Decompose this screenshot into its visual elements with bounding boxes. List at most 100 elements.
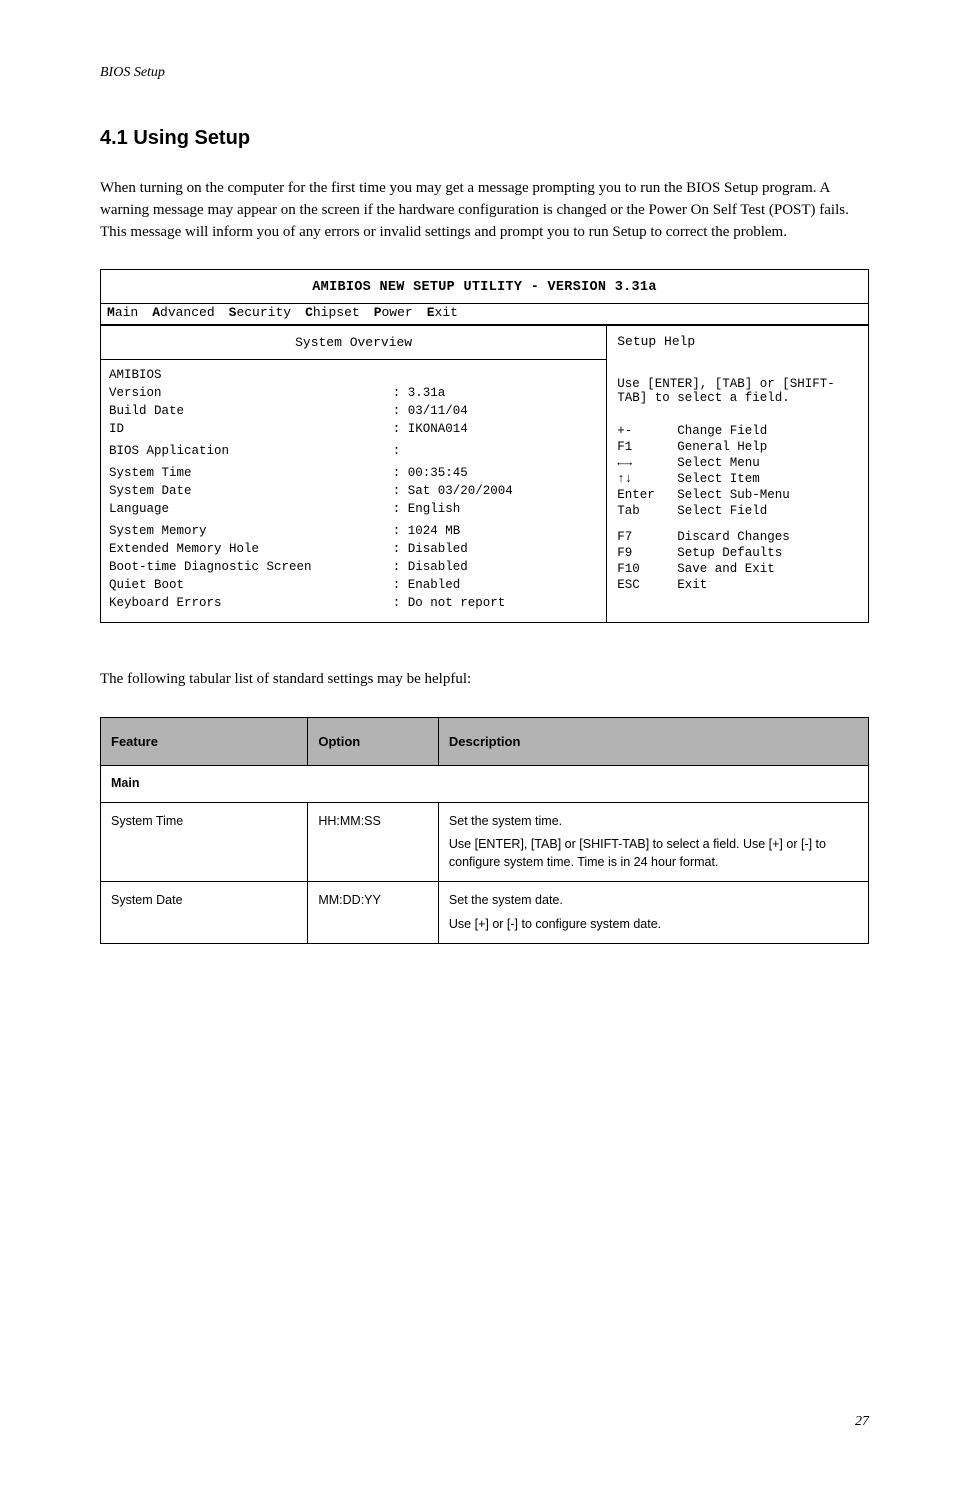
bios-help-key: ↑↓	[617, 472, 671, 486]
table-row: System Time HH:MM:SS Set the system time…	[101, 802, 869, 882]
bios-setting-label: System Memory	[109, 524, 393, 538]
bios-setting-row: Build Date: 03/11/04	[101, 402, 606, 420]
page-header-breadcrumb: BIOS Setup	[100, 65, 869, 81]
settings-table: Feature Option Description Main System T…	[100, 717, 869, 944]
table-intro: The following tabular list of standard s…	[100, 669, 869, 691]
bios-panel-title: System Overview	[101, 326, 606, 360]
bios-help-key-desc: Exit	[677, 578, 707, 592]
bios-setting-value: : 3.31a	[393, 386, 598, 400]
bios-left-panel: System Overview AMIBIOSVersion: 3.31aBui…	[101, 326, 607, 622]
bios-setting-row: System Memory: 1024 MB	[101, 522, 606, 540]
bios-setting-label: Language	[109, 502, 393, 516]
bios-setting-value: : Enabled	[393, 578, 598, 592]
bios-setting-label: Keyboard Errors	[109, 596, 393, 610]
bios-setup-illustration: AMIBIOS NEW SETUP UTILITY - VERSION 3.31…	[100, 269, 869, 623]
bios-help-key-desc: Select Sub-Menu	[677, 488, 790, 502]
page-number: 27	[855, 1414, 869, 1430]
bios-setting-value: : English	[393, 502, 598, 516]
bios-menu-advanced: Advanced	[152, 305, 214, 320]
bios-help-key-row: ESC Exit	[617, 577, 858, 593]
cell-option: MM:DD:YY	[308, 882, 439, 944]
bios-setting-row: Keyboard Errors: Do not report	[101, 594, 606, 612]
bios-help-key-row: F9Setup Defaults	[617, 545, 858, 561]
bios-help-key-row: ←→ Select Menu	[617, 455, 858, 471]
bios-setting-value: :	[393, 444, 598, 458]
bios-help-key-row: F10 Save and Exit	[617, 561, 858, 577]
bios-help-key-desc: Change Field	[677, 424, 767, 438]
bios-help-key-row: F7 Discard Changes	[617, 529, 858, 545]
bios-setting-row: AMIBIOS	[101, 366, 606, 384]
cell-feature: System Date	[101, 882, 308, 944]
bios-help-key-desc: Select Menu	[677, 456, 760, 470]
section-intro-paragraph: When turning on the computer for the fir…	[100, 178, 869, 243]
bios-setting-value: : 1024 MB	[393, 524, 598, 538]
table-header-option: Option	[308, 718, 439, 766]
bios-setting-row: Quiet Boot: Enabled	[101, 576, 606, 594]
bios-menu-power: Power	[374, 305, 413, 320]
bios-help-key-row: Tab Select Field	[617, 503, 858, 519]
cell-option: HH:MM:SS	[308, 802, 439, 882]
bios-setting-label: ID	[109, 422, 393, 436]
bios-help-key-desc: Select Item	[677, 472, 760, 486]
bios-help-key: Enter	[617, 488, 671, 502]
bios-setting-value: : Do not report	[393, 596, 598, 610]
bios-setting-value: : Disabled	[393, 560, 598, 574]
bios-help-key-desc: Discard Changes	[677, 530, 790, 544]
bios-menu-security: Security	[229, 305, 291, 320]
bios-setting-row: Boot-time Diagnostic Screen: Disabled	[101, 558, 606, 576]
bios-menu-chipset: Chipset	[305, 305, 360, 320]
bios-setting-row: System Time: 00:35:45	[101, 464, 606, 482]
bios-setting-row: Version: 3.31a	[101, 384, 606, 402]
bios-setting-value: : IKONA014	[393, 422, 598, 436]
bios-setting-label: Boot-time Diagnostic Screen	[109, 560, 393, 574]
bios-setting-row: Extended Memory Hole: Disabled	[101, 540, 606, 558]
cell-description: Set the system date. Use [+] or [-] to c…	[438, 882, 868, 944]
table-group-label: Main	[101, 766, 869, 803]
bios-help-key: ←→	[617, 456, 671, 470]
bios-setting-value: : 00:35:45	[393, 466, 598, 480]
bios-help-key-row: +- Change Field	[617, 423, 858, 439]
bios-help-key: +-	[617, 424, 671, 438]
bios-help-key-row: ↑↓ Select Item	[617, 471, 858, 487]
bios-setting-value: : 03/11/04	[393, 404, 598, 418]
table-header-feature: Feature	[101, 718, 308, 766]
bios-setting-row: Language: English	[101, 500, 606, 518]
bios-setting-label: Build Date	[109, 404, 393, 418]
bios-setting-value	[393, 368, 598, 382]
bios-help-key: F1	[617, 440, 671, 454]
bios-setting-label: Quiet Boot	[109, 578, 393, 592]
bios-title: AMIBIOS NEW SETUP UTILITY - VERSION 3.31…	[101, 270, 868, 304]
bios-help-key: F7	[617, 530, 671, 544]
bios-help-key-desc: Select Field	[677, 504, 767, 518]
bios-help-panel: Setup Help Use [ENTER], [TAB] or [SHIFT-…	[607, 326, 868, 622]
bios-setting-row: BIOS Application:	[101, 442, 606, 460]
bios-setting-label: Extended Memory Hole	[109, 542, 393, 556]
bios-setting-row: System Date: Sat 03/20/2004	[101, 482, 606, 500]
bios-help-key-row: F1 General Help	[617, 439, 858, 455]
bios-setting-label: System Date	[109, 484, 393, 498]
cell-description: Set the system time. Use [ENTER], [TAB] …	[438, 802, 868, 882]
section-heading: 4.1 Using Setup	[100, 127, 869, 150]
bios-setting-value: : Disabled	[393, 542, 598, 556]
bios-help-key: Tab	[617, 504, 671, 518]
bios-setting-label: AMIBIOS	[109, 368, 393, 382]
bios-setting-label: System Time	[109, 466, 393, 480]
bios-help-key: ESC	[617, 578, 671, 592]
bios-setting-label: BIOS Application	[109, 444, 393, 458]
bios-help-key: F10	[617, 562, 671, 576]
bios-help-text: Use [ENTER], [TAB] or [SHIFT-TAB] to sel…	[617, 377, 858, 405]
table-header-description: Description	[438, 718, 868, 766]
table-group-row: Main	[101, 766, 869, 803]
bios-help-key-desc: Setup Defaults	[677, 546, 782, 560]
bios-menu-main: Main	[107, 305, 138, 320]
bios-menubar: Main Advanced Security Chipset Power Exi…	[101, 304, 868, 326]
bios-help-key-desc: Save and Exit	[677, 562, 775, 576]
bios-help-title: Setup Help	[617, 334, 858, 349]
bios-help-key-row: Enter Select Sub-Menu	[617, 487, 858, 503]
bios-setting-row: ID: IKONA014	[101, 420, 606, 438]
cell-feature: System Time	[101, 802, 308, 882]
table-row: System Date MM:DD:YY Set the system date…	[101, 882, 869, 944]
bios-setting-value: : Sat 03/20/2004	[393, 484, 598, 498]
bios-help-key-desc: General Help	[677, 440, 767, 454]
bios-setting-label: Version	[109, 386, 393, 400]
